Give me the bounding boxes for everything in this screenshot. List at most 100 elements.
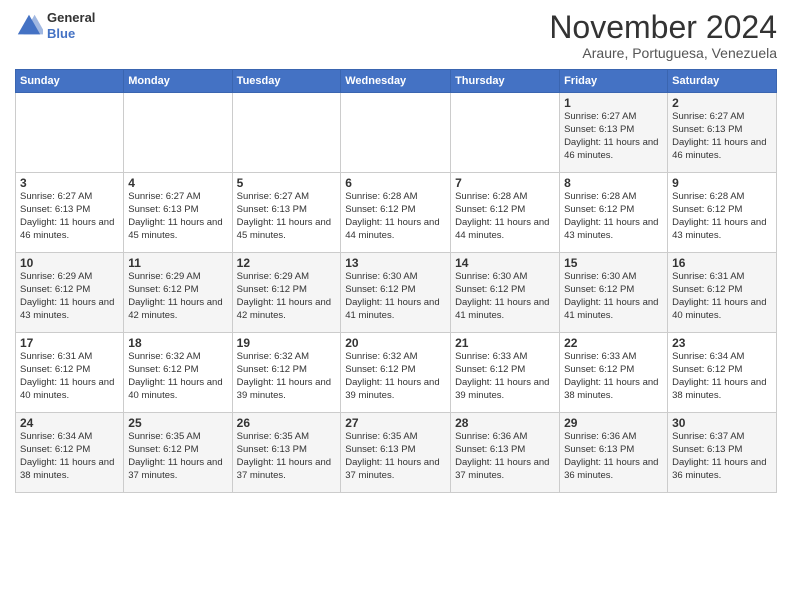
day-info: Sunrise: 6:30 AM Sunset: 6:12 PM Dayligh… — [345, 271, 446, 322]
header-sunday: Sunday — [16, 70, 124, 93]
day-number: 13 — [345, 256, 446, 270]
calendar-body: 1Sunrise: 6:27 AM Sunset: 6:13 PM Daylig… — [16, 93, 777, 493]
calendar-cell: 13Sunrise: 6:30 AM Sunset: 6:12 PM Dayli… — [341, 253, 451, 333]
day-info: Sunrise: 6:30 AM Sunset: 6:12 PM Dayligh… — [564, 271, 663, 322]
calendar-cell: 4Sunrise: 6:27 AM Sunset: 6:13 PM Daylig… — [124, 173, 232, 253]
header-saturday: Saturday — [668, 70, 777, 93]
calendar-cell: 7Sunrise: 6:28 AM Sunset: 6:12 PM Daylig… — [451, 173, 560, 253]
day-number: 14 — [455, 256, 555, 270]
calendar-cell: 26Sunrise: 6:35 AM Sunset: 6:13 PM Dayli… — [232, 413, 341, 493]
day-info: Sunrise: 6:32 AM Sunset: 6:12 PM Dayligh… — [128, 351, 227, 402]
day-info: Sunrise: 6:27 AM Sunset: 6:13 PM Dayligh… — [128, 191, 227, 242]
header-monday: Monday — [124, 70, 232, 93]
calendar-week-4: 17Sunrise: 6:31 AM Sunset: 6:12 PM Dayli… — [16, 333, 777, 413]
calendar-cell: 21Sunrise: 6:33 AM Sunset: 6:12 PM Dayli… — [451, 333, 560, 413]
day-info: Sunrise: 6:29 AM Sunset: 6:12 PM Dayligh… — [237, 271, 337, 322]
header: General Blue November 2024 Araure, Portu… — [15, 10, 777, 61]
day-number: 19 — [237, 336, 337, 350]
calendar-cell — [124, 93, 232, 173]
header-wednesday: Wednesday — [341, 70, 451, 93]
calendar-cell: 16Sunrise: 6:31 AM Sunset: 6:12 PM Dayli… — [668, 253, 777, 333]
calendar-table: Sunday Monday Tuesday Wednesday Thursday… — [15, 69, 777, 493]
day-info: Sunrise: 6:28 AM Sunset: 6:12 PM Dayligh… — [672, 191, 772, 242]
day-number: 5 — [237, 176, 337, 190]
calendar-cell: 17Sunrise: 6:31 AM Sunset: 6:12 PM Dayli… — [16, 333, 124, 413]
day-number: 9 — [672, 176, 772, 190]
calendar-cell: 25Sunrise: 6:35 AM Sunset: 6:12 PM Dayli… — [124, 413, 232, 493]
logo: General Blue — [15, 10, 95, 41]
day-info: Sunrise: 6:34 AM Sunset: 6:12 PM Dayligh… — [20, 431, 119, 482]
day-number: 20 — [345, 336, 446, 350]
day-info: Sunrise: 6:33 AM Sunset: 6:12 PM Dayligh… — [455, 351, 555, 402]
day-info: Sunrise: 6:27 AM Sunset: 6:13 PM Dayligh… — [564, 111, 663, 162]
logo-icon — [15, 12, 43, 40]
header-tuesday: Tuesday — [232, 70, 341, 93]
calendar-cell: 28Sunrise: 6:36 AM Sunset: 6:13 PM Dayli… — [451, 413, 560, 493]
header-friday: Friday — [560, 70, 668, 93]
day-number: 3 — [20, 176, 119, 190]
day-number: 17 — [20, 336, 119, 350]
calendar-cell — [451, 93, 560, 173]
day-info: Sunrise: 6:28 AM Sunset: 6:12 PM Dayligh… — [345, 191, 446, 242]
day-number: 11 — [128, 256, 227, 270]
title-block: November 2024 Araure, Portuguesa, Venezu… — [549, 10, 777, 61]
day-number: 28 — [455, 416, 555, 430]
calendar-cell: 5Sunrise: 6:27 AM Sunset: 6:13 PM Daylig… — [232, 173, 341, 253]
day-number: 15 — [564, 256, 663, 270]
calendar-cell: 1Sunrise: 6:27 AM Sunset: 6:13 PM Daylig… — [560, 93, 668, 173]
day-info: Sunrise: 6:27 AM Sunset: 6:13 PM Dayligh… — [20, 191, 119, 242]
calendar-cell: 9Sunrise: 6:28 AM Sunset: 6:12 PM Daylig… — [668, 173, 777, 253]
day-number: 10 — [20, 256, 119, 270]
calendar-week-2: 3Sunrise: 6:27 AM Sunset: 6:13 PM Daylig… — [16, 173, 777, 253]
calendar-cell: 22Sunrise: 6:33 AM Sunset: 6:12 PM Dayli… — [560, 333, 668, 413]
month-title: November 2024 — [549, 10, 777, 45]
calendar-cell: 23Sunrise: 6:34 AM Sunset: 6:12 PM Dayli… — [668, 333, 777, 413]
day-number: 6 — [345, 176, 446, 190]
day-number: 12 — [237, 256, 337, 270]
day-info: Sunrise: 6:28 AM Sunset: 6:12 PM Dayligh… — [455, 191, 555, 242]
day-info: Sunrise: 6:35 AM Sunset: 6:12 PM Dayligh… — [128, 431, 227, 482]
day-info: Sunrise: 6:30 AM Sunset: 6:12 PM Dayligh… — [455, 271, 555, 322]
page: General Blue November 2024 Araure, Portu… — [0, 0, 792, 503]
calendar-week-1: 1Sunrise: 6:27 AM Sunset: 6:13 PM Daylig… — [16, 93, 777, 173]
day-number: 21 — [455, 336, 555, 350]
day-number: 27 — [345, 416, 446, 430]
day-number: 24 — [20, 416, 119, 430]
calendar-header: Sunday Monday Tuesday Wednesday Thursday… — [16, 70, 777, 93]
calendar-cell: 30Sunrise: 6:37 AM Sunset: 6:13 PM Dayli… — [668, 413, 777, 493]
calendar-week-5: 24Sunrise: 6:34 AM Sunset: 6:12 PM Dayli… — [16, 413, 777, 493]
calendar-cell: 8Sunrise: 6:28 AM Sunset: 6:12 PM Daylig… — [560, 173, 668, 253]
calendar-cell: 3Sunrise: 6:27 AM Sunset: 6:13 PM Daylig… — [16, 173, 124, 253]
day-info: Sunrise: 6:29 AM Sunset: 6:12 PM Dayligh… — [128, 271, 227, 322]
day-info: Sunrise: 6:28 AM Sunset: 6:12 PM Dayligh… — [564, 191, 663, 242]
calendar-week-3: 10Sunrise: 6:29 AM Sunset: 6:12 PM Dayli… — [16, 253, 777, 333]
logo-general: General — [47, 10, 95, 25]
header-row: Sunday Monday Tuesday Wednesday Thursday… — [16, 70, 777, 93]
day-info: Sunrise: 6:35 AM Sunset: 6:13 PM Dayligh… — [345, 431, 446, 482]
day-info: Sunrise: 6:34 AM Sunset: 6:12 PM Dayligh… — [672, 351, 772, 402]
day-info: Sunrise: 6:32 AM Sunset: 6:12 PM Dayligh… — [345, 351, 446, 402]
day-number: 25 — [128, 416, 227, 430]
day-info: Sunrise: 6:36 AM Sunset: 6:13 PM Dayligh… — [455, 431, 555, 482]
day-number: 22 — [564, 336, 663, 350]
calendar-cell: 27Sunrise: 6:35 AM Sunset: 6:13 PM Dayli… — [341, 413, 451, 493]
day-info: Sunrise: 6:31 AM Sunset: 6:12 PM Dayligh… — [20, 351, 119, 402]
day-number: 30 — [672, 416, 772, 430]
day-info: Sunrise: 6:37 AM Sunset: 6:13 PM Dayligh… — [672, 431, 772, 482]
day-number: 4 — [128, 176, 227, 190]
day-info: Sunrise: 6:31 AM Sunset: 6:12 PM Dayligh… — [672, 271, 772, 322]
calendar-cell: 11Sunrise: 6:29 AM Sunset: 6:12 PM Dayli… — [124, 253, 232, 333]
calendar-cell: 6Sunrise: 6:28 AM Sunset: 6:12 PM Daylig… — [341, 173, 451, 253]
calendar-cell: 18Sunrise: 6:32 AM Sunset: 6:12 PM Dayli… — [124, 333, 232, 413]
day-number: 1 — [564, 96, 663, 110]
calendar-cell: 24Sunrise: 6:34 AM Sunset: 6:12 PM Dayli… — [16, 413, 124, 493]
day-info: Sunrise: 6:27 AM Sunset: 6:13 PM Dayligh… — [237, 191, 337, 242]
day-info: Sunrise: 6:36 AM Sunset: 6:13 PM Dayligh… — [564, 431, 663, 482]
calendar-cell: 29Sunrise: 6:36 AM Sunset: 6:13 PM Dayli… — [560, 413, 668, 493]
day-info: Sunrise: 6:27 AM Sunset: 6:13 PM Dayligh… — [672, 111, 772, 162]
calendar-cell: 12Sunrise: 6:29 AM Sunset: 6:12 PM Dayli… — [232, 253, 341, 333]
day-info: Sunrise: 6:29 AM Sunset: 6:12 PM Dayligh… — [20, 271, 119, 322]
day-number: 7 — [455, 176, 555, 190]
day-info: Sunrise: 6:32 AM Sunset: 6:12 PM Dayligh… — [237, 351, 337, 402]
calendar-cell — [16, 93, 124, 173]
